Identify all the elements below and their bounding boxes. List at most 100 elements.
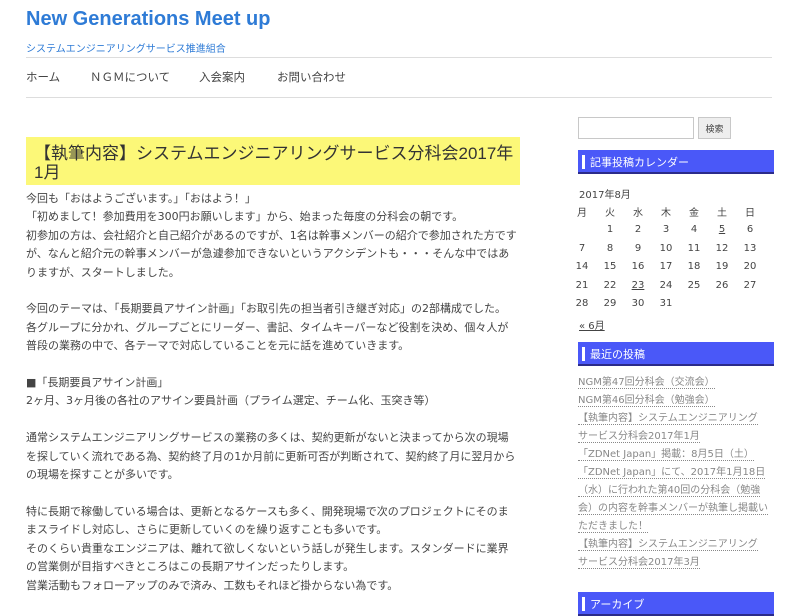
calendar-day: 4	[690, 224, 698, 236]
post-paragraph-line: の現場を探すことが多いです。	[26, 468, 179, 482]
post-paragraph-line	[26, 356, 526, 374]
calendar-day: 24	[659, 279, 673, 291]
search-input[interactable]	[578, 117, 694, 139]
recent-post-line: NGM第46回分科会（勉強会）	[578, 395, 715, 407]
calendar-day: 17	[659, 261, 673, 273]
post-paragraph-line: 今回も「おはようございます。」「おはよう！」	[26, 192, 256, 205]
nav-join[interactable]: 入会案内	[199, 69, 245, 85]
post-paragraph-line: 営業活動もフォローアップのみで済み、工数もそれほど掛からない為です。	[26, 578, 399, 592]
recent-post-line: 【執筆内容】システムエンジニアリング	[578, 539, 758, 551]
calendar-day: 10	[659, 242, 673, 254]
post-title: 【執筆内容】システムエンジニアリングサービス分科会2017年1月	[26, 137, 520, 185]
post-paragraph-line: 2ヶ月、3ヶ月後の各社のアサイン要員計画（プライム選定、チーム化、玉突き等）	[26, 394, 436, 408]
post-paragraph-line: 今回のテーマは、「長期要員アサイン計画」「お取引先の担当者引き継ぎ対応」の2部構…	[26, 302, 506, 316]
site-title[interactable]: New Generations Meet up	[26, 8, 271, 31]
calendar-day: 27	[743, 279, 757, 291]
calendar-day	[708, 295, 736, 314]
post-paragraph-line: を探していく流れである為、契約終了月の1か月前に更新可否が判断されて、契約終了月…	[26, 449, 516, 463]
post-paragraph-line: まスライドし対応し、さらに更新していくのを繰り返すことも多いです。	[26, 523, 388, 537]
calendar-day: 30	[631, 298, 645, 310]
recent-post-link[interactable]: 「ZDNet Japan」掲載：8月5日（土）	[578, 446, 778, 464]
recent-post-link[interactable]: 【執筆内容】システムエンジニアリング サービス分科会2017年1月	[578, 410, 778, 446]
calendar-day: 6	[746, 224, 754, 236]
calendar-day: 15	[603, 261, 617, 273]
calendar-day	[568, 221, 596, 240]
calendar-weekday: 日	[745, 207, 755, 219]
post-paragraph-line: そのくらい貴重なエンジニアは、離れて欲しくないという話しが発生します。スタンダー…	[26, 541, 509, 555]
nav-contact[interactable]: お問い合わせ	[277, 69, 346, 85]
calendar-day: 16	[631, 261, 645, 273]
recent-post-link[interactable]: 【執筆内容】システムエンジニアリング サービス分科会2017年3月	[578, 536, 778, 572]
post-paragraph-line	[26, 411, 526, 429]
calendar-day: 25	[687, 279, 701, 291]
calendar-day	[736, 295, 764, 314]
calendar-weekday: 月	[577, 207, 587, 219]
calendar-day: 1	[606, 224, 614, 236]
calendar-day: 2	[634, 224, 642, 236]
calendar-weekday: 水	[633, 207, 643, 219]
calendar-day: 12	[715, 242, 729, 254]
search-button[interactable]: 検索	[698, 117, 731, 139]
calendar-day: 20	[743, 261, 757, 273]
calendar-day: 26	[715, 279, 729, 291]
calendar-day	[680, 295, 708, 314]
calendar-weekday: 金	[689, 207, 699, 219]
post-paragraph-line: が、なんと紹介元の幹事メンバーが急遽参加できないというアクシデントも・・・そんな…	[26, 247, 510, 261]
recent-posts-heading: 最近の投稿	[578, 342, 774, 366]
post-paragraph-line: ■「長期要員アサイン計画」	[26, 376, 169, 390]
recent-post-line: サービス分科会2017年3月	[578, 557, 700, 569]
post-paragraph-line	[26, 282, 526, 300]
recent-post-line: ただきました！	[578, 521, 648, 533]
calendar-day: 8	[606, 242, 614, 254]
post-paragraph-line: りますが、スタートしました。	[26, 265, 180, 279]
calendar-day: 29	[603, 298, 617, 310]
calendar-day: 14	[575, 261, 589, 273]
calendar-weekday: 土	[717, 207, 727, 219]
calendar-day: 5	[708, 221, 736, 240]
post-paragraph-line: 「初めまして！参加費用を300円お願いします」から、始まった毎度の分科会の朝です…	[26, 210, 464, 224]
calendar-day: 7	[578, 242, 586, 254]
calendar-day: 22	[603, 279, 617, 291]
archive-heading: アーカイブ	[578, 592, 774, 616]
header-divider	[26, 57, 772, 58]
calendar-table: 月火水木金土日 1 2 3 4 5 6 7 8 9 10 11 12 13 14 15 16 17 18 19 20 21…	[568, 202, 764, 313]
recent-post-link[interactable]: NGM第46回分科会（勉強会）	[578, 392, 778, 410]
site-description: システムエンジニアリングサービス推進組合	[26, 44, 226, 55]
calendar-day: 31	[659, 298, 673, 310]
post-content: 今回も「おはようございます。」「おはよう！」「初めまして！参加費用を300円お願…	[26, 190, 526, 595]
recent-post-line: 会）の内容を幹事メンバーが執筆し掲載い	[578, 503, 768, 515]
recent-post-link[interactable]: 「ZDNet Japan」にて、2017年1月18日 （水）に行われた第40回の分…	[578, 464, 778, 536]
calendar-day: 11	[687, 242, 701, 254]
calendar-prev-month-link[interactable]: « 6月	[579, 317, 605, 332]
recent-post-line: （水）に行われた第40回の分科会（勉強	[578, 485, 761, 497]
calendar-widget-heading: 記事投稿カレンダー	[578, 150, 774, 174]
recent-post-link[interactable]: NGM第47回分科会（交流会）	[578, 374, 778, 392]
post-paragraph-line: 通常システムエンジニアリングサービスの業務の多くは、契約更新がないと決まってから…	[26, 431, 509, 445]
post-paragraph-line: 各グループに分かれ、グループごとにリーダー、書記、タイムキーパーなど役割を決め、…	[26, 320, 509, 334]
calendar-day: 13	[743, 242, 757, 254]
recent-post-line: サービス分科会2017年1月	[578, 431, 700, 443]
recent-posts-list: NGM第47回分科会（交流会） NGM第46回分科会（勉強会） 【執筆内容】システム…	[578, 374, 778, 572]
calendar-weekday: 火	[605, 207, 615, 219]
calendar-day: 9	[634, 242, 642, 254]
calendar-day: 28	[575, 298, 589, 310]
post-paragraph-line: 特に長期で稼働している場合は、更新となるケースも多く、開発現場で次のプロジェクト…	[26, 504, 509, 518]
post-paragraph-line	[26, 485, 526, 503]
calendar-day-link[interactable]: 23	[632, 280, 645, 291]
post-paragraph-line: 普段の業務の中で、各テーマで対応していることを元に話を進めていきます。	[26, 339, 410, 353]
recent-post-line: 「ZDNet Japan」掲載：8月5日（土）	[578, 449, 754, 461]
recent-post-line: 「ZDNet Japan」にて、2017年1月18日	[578, 467, 766, 479]
recent-post-line: NGM第47回分科会（交流会）	[578, 377, 715, 389]
nav-home[interactable]: ホーム	[26, 69, 60, 85]
nav-divider	[26, 97, 772, 98]
calendar-day: 3	[662, 224, 670, 236]
post-paragraph-line: の営業側が目指すべきところはこの長期アサインだったりします。	[26, 560, 355, 574]
calendar-day-link[interactable]: 5	[719, 224, 725, 235]
calendar-day: 19	[715, 261, 729, 273]
calendar-day: 18	[687, 261, 701, 273]
post-paragraph-line: 初参加の方は、会社紹介と自己紹介があるのですが、1名は幹事メンバーの紹介で参加さ…	[26, 228, 517, 242]
calendar-weekday: 木	[661, 207, 671, 219]
calendar-day: 23	[624, 276, 652, 295]
calendar-caption: 2017年8月	[579, 190, 631, 201]
nav-about[interactable]: ＮＧＭについて	[90, 69, 170, 85]
